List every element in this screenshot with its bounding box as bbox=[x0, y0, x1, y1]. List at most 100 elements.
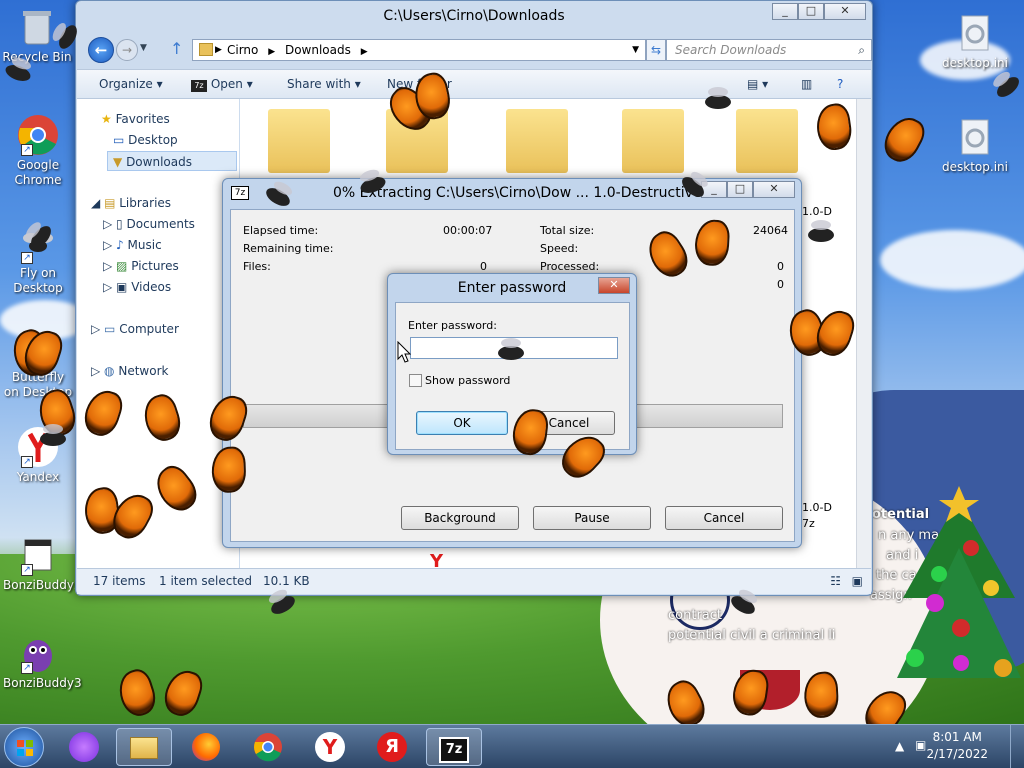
nav-documents[interactable]: ▷ ▯ Documents bbox=[103, 214, 195, 234]
up-arrow-icon[interactable]: ↑ bbox=[170, 39, 183, 58]
yandex-browser-icon: Y bbox=[315, 732, 345, 762]
network-icon: ◍ bbox=[104, 364, 115, 378]
taskbar-yandex-browser[interactable]: Y bbox=[302, 728, 358, 766]
desktop-icon-label: BonziBuddy3 bbox=[3, 676, 82, 690]
nav-desktop[interactable]: ▭ Desktop bbox=[113, 130, 178, 150]
taskbar: Y Я 7z ▲ ▣ 8:01 AM 2/17/2022 bbox=[0, 724, 1024, 768]
open-menu[interactable]: 7z Open ▾ bbox=[191, 77, 253, 92]
nav-network[interactable]: ▷ ◍ Network bbox=[91, 361, 168, 381]
organize-menu[interactable]: Organize ▾ bbox=[99, 77, 163, 91]
taskbar-yandex[interactable]: Я bbox=[364, 728, 420, 766]
network-tray-icon[interactable]: ▣ bbox=[915, 738, 926, 752]
7zip-icon: 7z bbox=[191, 80, 207, 92]
desktop-icon-bonzibuddy2[interactable]: ↗ BonziBuddy2 bbox=[3, 534, 82, 593]
minimize-button[interactable]: _ bbox=[772, 3, 798, 20]
remaining-label: Remaining time: bbox=[243, 242, 334, 255]
password-prompt: Enter password: bbox=[408, 319, 497, 332]
clock[interactable]: 8:01 AM 2/17/2022 bbox=[926, 729, 988, 763]
recent-pages-chevron-icon[interactable]: ▼ bbox=[140, 43, 147, 53]
taskbar-7zip[interactable]: 7z bbox=[426, 728, 482, 766]
maximize-button[interactable]: □ bbox=[798, 3, 824, 20]
start-button[interactable] bbox=[4, 727, 44, 767]
address-box[interactable]: ▶ Cirno ▶ Downloads ▶ ▼ bbox=[192, 39, 646, 61]
details-view-icon[interactable]: ☷ bbox=[830, 569, 841, 593]
file-name-snippet: 7z bbox=[802, 517, 815, 530]
fly-icon bbox=[498, 338, 524, 360]
show-desktop-button[interactable] bbox=[1010, 725, 1024, 768]
taskbar-firefox[interactable] bbox=[178, 728, 234, 766]
desktop-icon-google-chrome[interactable]: ↗ Google Chrome bbox=[3, 114, 73, 188]
desktop-icon-desktop-ini[interactable]: desktop.ini bbox=[940, 116, 1010, 175]
desktop-icon-bonzibuddy3[interactable]: ↗ BonziBuddy3 bbox=[3, 632, 82, 691]
back-arrow-icon[interactable]: ← bbox=[88, 37, 114, 63]
show-password-checkbox[interactable] bbox=[409, 374, 422, 387]
search-placeholder: Search Downloads bbox=[675, 43, 787, 57]
nav-videos[interactable]: ▷ ▣ Videos bbox=[103, 277, 171, 297]
file-name-snippet: 1.0-D bbox=[802, 205, 832, 218]
nav-computer[interactable]: ▷ ▭ Computer bbox=[91, 319, 179, 339]
folder-icon[interactable] bbox=[736, 109, 798, 173]
forward-arrow-icon[interactable]: → bbox=[116, 39, 138, 61]
breadcrumb-item[interactable]: Downloads bbox=[285, 43, 351, 57]
close-button[interactable]: ✕ bbox=[824, 3, 866, 20]
command-bar: Organize ▾ 7z Open ▾ Share with ▾ New fo… bbox=[77, 69, 871, 99]
nav-music[interactable]: ▷ ♪ Music bbox=[103, 235, 162, 255]
alice-icon bbox=[69, 732, 99, 762]
total-size-value: 24064 bbox=[753, 224, 788, 237]
help-icon[interactable]: ? bbox=[837, 77, 843, 91]
nav-libraries[interactable]: ◢ ▤ Libraries bbox=[91, 193, 171, 213]
dropdown-chevron-icon[interactable]: ▼ bbox=[632, 40, 639, 60]
desktop-icon: ▭ bbox=[113, 133, 125, 147]
total-size-label: Total size: bbox=[540, 224, 595, 237]
nav-pictures[interactable]: ▷ ▨ Pictures bbox=[103, 256, 179, 276]
view-options-icon[interactable]: ▤ ▾ bbox=[747, 77, 768, 91]
taskbar-chrome[interactable] bbox=[240, 728, 296, 766]
expand-chevron-icon: ◢ bbox=[91, 196, 101, 210]
yandex-icon: Я bbox=[377, 732, 407, 762]
taskbar-alice[interactable] bbox=[56, 728, 112, 766]
background-button[interactable]: Background bbox=[401, 506, 519, 530]
chrome-icon bbox=[254, 733, 282, 762]
large-icons-view-icon[interactable]: ▣ bbox=[852, 569, 863, 593]
preview-pane-icon[interactable]: ▥ bbox=[801, 77, 812, 91]
search-icon: ⌕ bbox=[858, 43, 865, 57]
overlay-text: potential civil a criminal li bbox=[668, 628, 836, 643]
fly-icon bbox=[3, 61, 33, 85]
refresh-icon[interactable]: ⇆ bbox=[646, 39, 666, 61]
selected-count: 1 item selected bbox=[159, 574, 253, 588]
extract-titlebar[interactable]: 7z 0% Extracting C:\Users\Cirno\Dow ... … bbox=[223, 179, 801, 207]
folder-icon[interactable] bbox=[622, 109, 684, 173]
tray-overflow-chevron-icon[interactable]: ▲ bbox=[895, 739, 904, 753]
search-input[interactable]: Search Downloads ⌕ bbox=[666, 39, 872, 61]
settings-file-icon bbox=[954, 12, 996, 54]
butterfly-icon bbox=[14, 330, 60, 360]
explorer-title: C:\Users\Cirno\Downloads bbox=[383, 8, 565, 24]
extract-title: 0% Extracting C:\Users\Cirno\Dow ... 1.0… bbox=[333, 185, 723, 201]
ok-button[interactable]: OK bbox=[416, 411, 508, 435]
taskbar-explorer[interactable] bbox=[116, 728, 172, 766]
elapsed-value: 00:00:07 bbox=[443, 224, 493, 237]
folder-icon[interactable] bbox=[506, 109, 568, 173]
clock-time: 8:01 AM bbox=[932, 730, 982, 744]
password-titlebar[interactable]: Enter password ✕ bbox=[388, 274, 636, 302]
cancel-button[interactable]: Cancel bbox=[665, 506, 783, 530]
breadcrumb-item[interactable]: Cirno bbox=[227, 43, 258, 57]
overlay-text: contract bbox=[668, 608, 722, 623]
yandex-file-icon[interactable]: Y bbox=[412, 551, 472, 572]
explorer-titlebar[interactable]: C:\Users\Cirno\Downloads _ □ ✕ bbox=[76, 1, 872, 31]
nav-downloads[interactable]: ▼ Downloads bbox=[107, 151, 237, 171]
star-icon: ★ bbox=[101, 112, 112, 126]
close-button[interactable]: ✕ bbox=[598, 277, 630, 294]
pictures-icon: ▨ bbox=[116, 259, 128, 273]
chevron-right-icon: ▶ bbox=[268, 47, 276, 57]
maximize-button[interactable]: □ bbox=[727, 181, 753, 198]
share-with-menu[interactable]: Share with ▾ bbox=[287, 77, 361, 91]
selected-size: 10.1 KB bbox=[263, 574, 310, 588]
pause-button[interactable]: Pause bbox=[533, 506, 651, 530]
folder-icon[interactable] bbox=[268, 109, 330, 173]
desktop-icon-desktop-ini[interactable]: desktop.ini bbox=[940, 12, 1010, 71]
fly-icon bbox=[993, 73, 1023, 101]
close-button[interactable]: ✕ bbox=[753, 181, 795, 198]
nav-favorites[interactable]: ★ Favorites bbox=[101, 109, 170, 129]
recycle-bin-icon bbox=[16, 6, 58, 48]
